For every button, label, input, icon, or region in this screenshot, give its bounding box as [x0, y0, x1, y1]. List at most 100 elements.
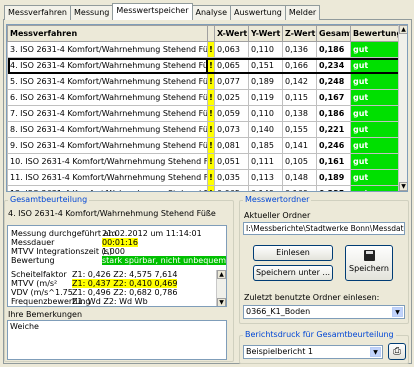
mtvv-value: Z1: 0,437 Z2: 0,410 0,469: [72, 279, 178, 288]
column-header-gesamt[interactable]: Gesamt: [316, 25, 351, 42]
cell-z: 0,166: [282, 57, 317, 74]
cell-messverfahren: 9. ISO 2631-4 Komfort/Wahrnehmung Stehen…: [7, 137, 208, 154]
table-row[interactable]: 12. ISO 2631-4 Komfort/Wahrnehmung Stehe…: [7, 185, 404, 191]
cell-y: 0,185: [248, 137, 283, 154]
cell-flag: !: [207, 89, 215, 106]
tab-messwertspeicher[interactable]: Messwertspeicher: [112, 3, 193, 20]
vdv-label: VDV (m/s^1.75: [11, 288, 73, 297]
tab-messverfahren[interactable]: Messverfahren: [4, 5, 71, 20]
details-scroll-up-icon[interactable]: ▲: [217, 270, 226, 279]
cell-messverfahren: 3. ISO 2631-4 Komfort/Wahrnehmung Stehen…: [7, 41, 208, 58]
cell-messverfahren: 10. ISO 2631-4 Komfort/Wahrnehmung Stehe…: [7, 153, 208, 170]
scroll-down-icon[interactable]: ▼: [399, 182, 407, 191]
measurement-table[interactable]: Messverfahren X-Wert Y-Wert Z-Wert Gesam…: [6, 24, 408, 192]
cell-flag: !: [207, 73, 215, 90]
cell-bewertung: gut: [350, 185, 404, 191]
rating-label: Bewertung: [11, 256, 55, 265]
cell-gesamt: 0,248: [316, 73, 351, 90]
cell-gesamt: 0,186: [316, 41, 351, 58]
cell-y: 0,189: [248, 73, 283, 90]
gesamtbeurteilung-label: Gesamtbeurteilung: [8, 195, 90, 204]
details-scroll-down-icon[interactable]: ▼: [217, 298, 226, 306]
table-row[interactable]: 4. ISO 2631-4 Komfort/Wahrnehmung Stehen…: [7, 57, 404, 74]
cell-messverfahren: 11. ISO 2631-4 Komfort/Wahrnehmung Stehe…: [7, 169, 208, 186]
chevron-down-icon[interactable]: ▼: [392, 307, 403, 317]
cell-x: 0,025: [214, 89, 249, 106]
cell-z: 0,155: [282, 121, 317, 138]
printer-icon: ⎙: [393, 346, 401, 357]
cell-flag: !: [207, 169, 215, 186]
recent-folders-label: Zuletzt benutzte Ordner einlesen:: [244, 293, 380, 302]
save-button[interactable]: Speichern: [345, 245, 393, 281]
measurement-grid: Messverfahren X-Wert Y-Wert Z-Wert Gesam…: [7, 25, 404, 191]
cell-bewertung: gut: [350, 137, 404, 154]
report-template-select[interactable]: Beispielbericht 1 ▼: [243, 345, 383, 359]
cell-bewertung: gut: [350, 153, 404, 170]
cell-z: 0,141: [282, 137, 317, 154]
measured-at-value: 21.02.2012 um 11:14:01: [102, 229, 202, 238]
crest-label: Scheitelfaktor: [11, 270, 67, 279]
measured-at-label: Messung durchgeführt am: [11, 229, 117, 238]
column-header-flag[interactable]: [207, 25, 215, 42]
cell-messverfahren: 5. ISO 2631-4 Komfort/Wahrnehmung Stehen…: [7, 73, 208, 90]
cell-z: 0,136: [282, 41, 317, 58]
load-button[interactable]: Einlesen: [253, 245, 333, 261]
table-row[interactable]: 10. ISO 2631-4 Komfort/Wahrnehmung Stehe…: [7, 153, 404, 170]
remarks-textarea[interactable]: Weiche: [7, 320, 227, 360]
cell-z: 0,169: [282, 185, 317, 191]
crest-value: Z1: 0,426 Z2: 4,575 7,614: [72, 270, 178, 279]
cell-x: 0,077: [214, 73, 249, 90]
cell-messverfahren: 8. ISO 2631-4 Komfort/Wahrnehmung Stehen…: [7, 121, 208, 138]
recent-folders-select[interactable]: 0366_K1_Boden ▼: [243, 305, 405, 319]
column-header-z[interactable]: Z-Wert: [282, 25, 317, 42]
details-scrollbar[interactable]: ▲ ▼: [216, 270, 226, 306]
table-row[interactable]: 8. ISO 2631-4 Komfort/Wahrnehmung Stehen…: [7, 121, 404, 138]
table-row[interactable]: 6. ISO 2631-4 Komfort/Wahrnehmung Stehen…: [7, 89, 404, 106]
table-row[interactable]: 3. ISO 2631-4 Komfort/Wahrnehmung Stehen…: [7, 41, 404, 58]
scroll-up-icon[interactable]: ▲: [399, 25, 407, 34]
cell-y: 0,110: [248, 41, 283, 58]
table-row[interactable]: 7. ISO 2631-4 Komfort/Wahrnehmung Stehen…: [7, 105, 404, 122]
mtvv-label: MTVV (m/s²: [11, 279, 58, 288]
freq-value: Z1: Wd Z2: Wd Wb: [72, 297, 148, 306]
cell-flag: !: [207, 105, 215, 122]
column-header-bewertung[interactable]: Bewertung: [350, 25, 404, 42]
cell-gesamt: 0,167: [316, 89, 351, 106]
cell-x: 0,059: [214, 105, 249, 122]
report-template-value: Beispielbericht 1: [246, 347, 313, 356]
tab-auswertung[interactable]: Auswertung: [230, 5, 286, 20]
recent-folders-value: 0366_K1_Boden: [246, 307, 311, 316]
cell-flag: !: [207, 137, 215, 154]
cell-messverfahren: 6. ISO 2631-4 Komfort/Wahrnehmung Stehen…: [7, 89, 208, 106]
tab-melder[interactable]: Melder: [284, 5, 321, 20]
current-folder-label: Aktueller Ordner: [244, 211, 311, 220]
column-header-x[interactable]: X-Wert: [214, 25, 249, 42]
table-row[interactable]: 11. ISO 2631-4 Komfort/Wahrnehmung Stehe…: [7, 169, 404, 186]
cell-flag: !: [207, 153, 215, 170]
table-scrollbar[interactable]: ▲ ▼: [398, 25, 407, 191]
tab-messung[interactable]: Messung: [70, 5, 114, 20]
print-button[interactable]: ⎙: [388, 343, 406, 360]
rating-value: stark spürbar, nicht unbequem: [102, 256, 227, 265]
vdv-value: Z1: 0,496 Z2: 0,682 0,786: [72, 288, 178, 297]
save-under-button[interactable]: Speichern unter ...: [253, 265, 333, 281]
table-row[interactable]: 5. ISO 2631-4 Komfort/Wahrnehmung Stehen…: [7, 73, 404, 90]
cell-z: 0,142: [282, 73, 317, 90]
current-folder-field[interactable]: I:\Messberichte\Stadtwerke Bonn\Messdate…: [243, 222, 405, 235]
cell-x: 0,051: [214, 153, 249, 170]
cell-messverfahren: 12. ISO 2631-4 Komfort/Wahrnehmung Stehe…: [7, 185, 208, 191]
column-header-messverfahren[interactable]: Messverfahren: [7, 25, 208, 42]
selected-measurement-title: 4. ISO 2631-4 Komfort/Wahrnehmung Stehen…: [8, 209, 216, 218]
cell-bewertung: gut: [350, 89, 404, 106]
cell-flag: !: [207, 57, 215, 74]
cell-z: 0,148: [282, 169, 317, 186]
report-group-label: Berichtsdruck für Gesamtbeurteilung: [243, 330, 396, 339]
chevron-down-icon[interactable]: ▼: [370, 347, 381, 357]
duration-label: Messdauer: [11, 238, 55, 247]
table-row[interactable]: 9. ISO 2631-4 Komfort/Wahrnehmung Stehen…: [7, 137, 404, 154]
column-header-y[interactable]: Y-Wert: [248, 25, 283, 42]
cell-y: 0,140: [248, 121, 283, 138]
cell-flag: !: [207, 121, 215, 138]
tab-analyse[interactable]: Analyse: [191, 5, 232, 20]
measurement-details-box[interactable]: Messung durchgeführt am 21.02.2012 um 11…: [7, 225, 227, 307]
